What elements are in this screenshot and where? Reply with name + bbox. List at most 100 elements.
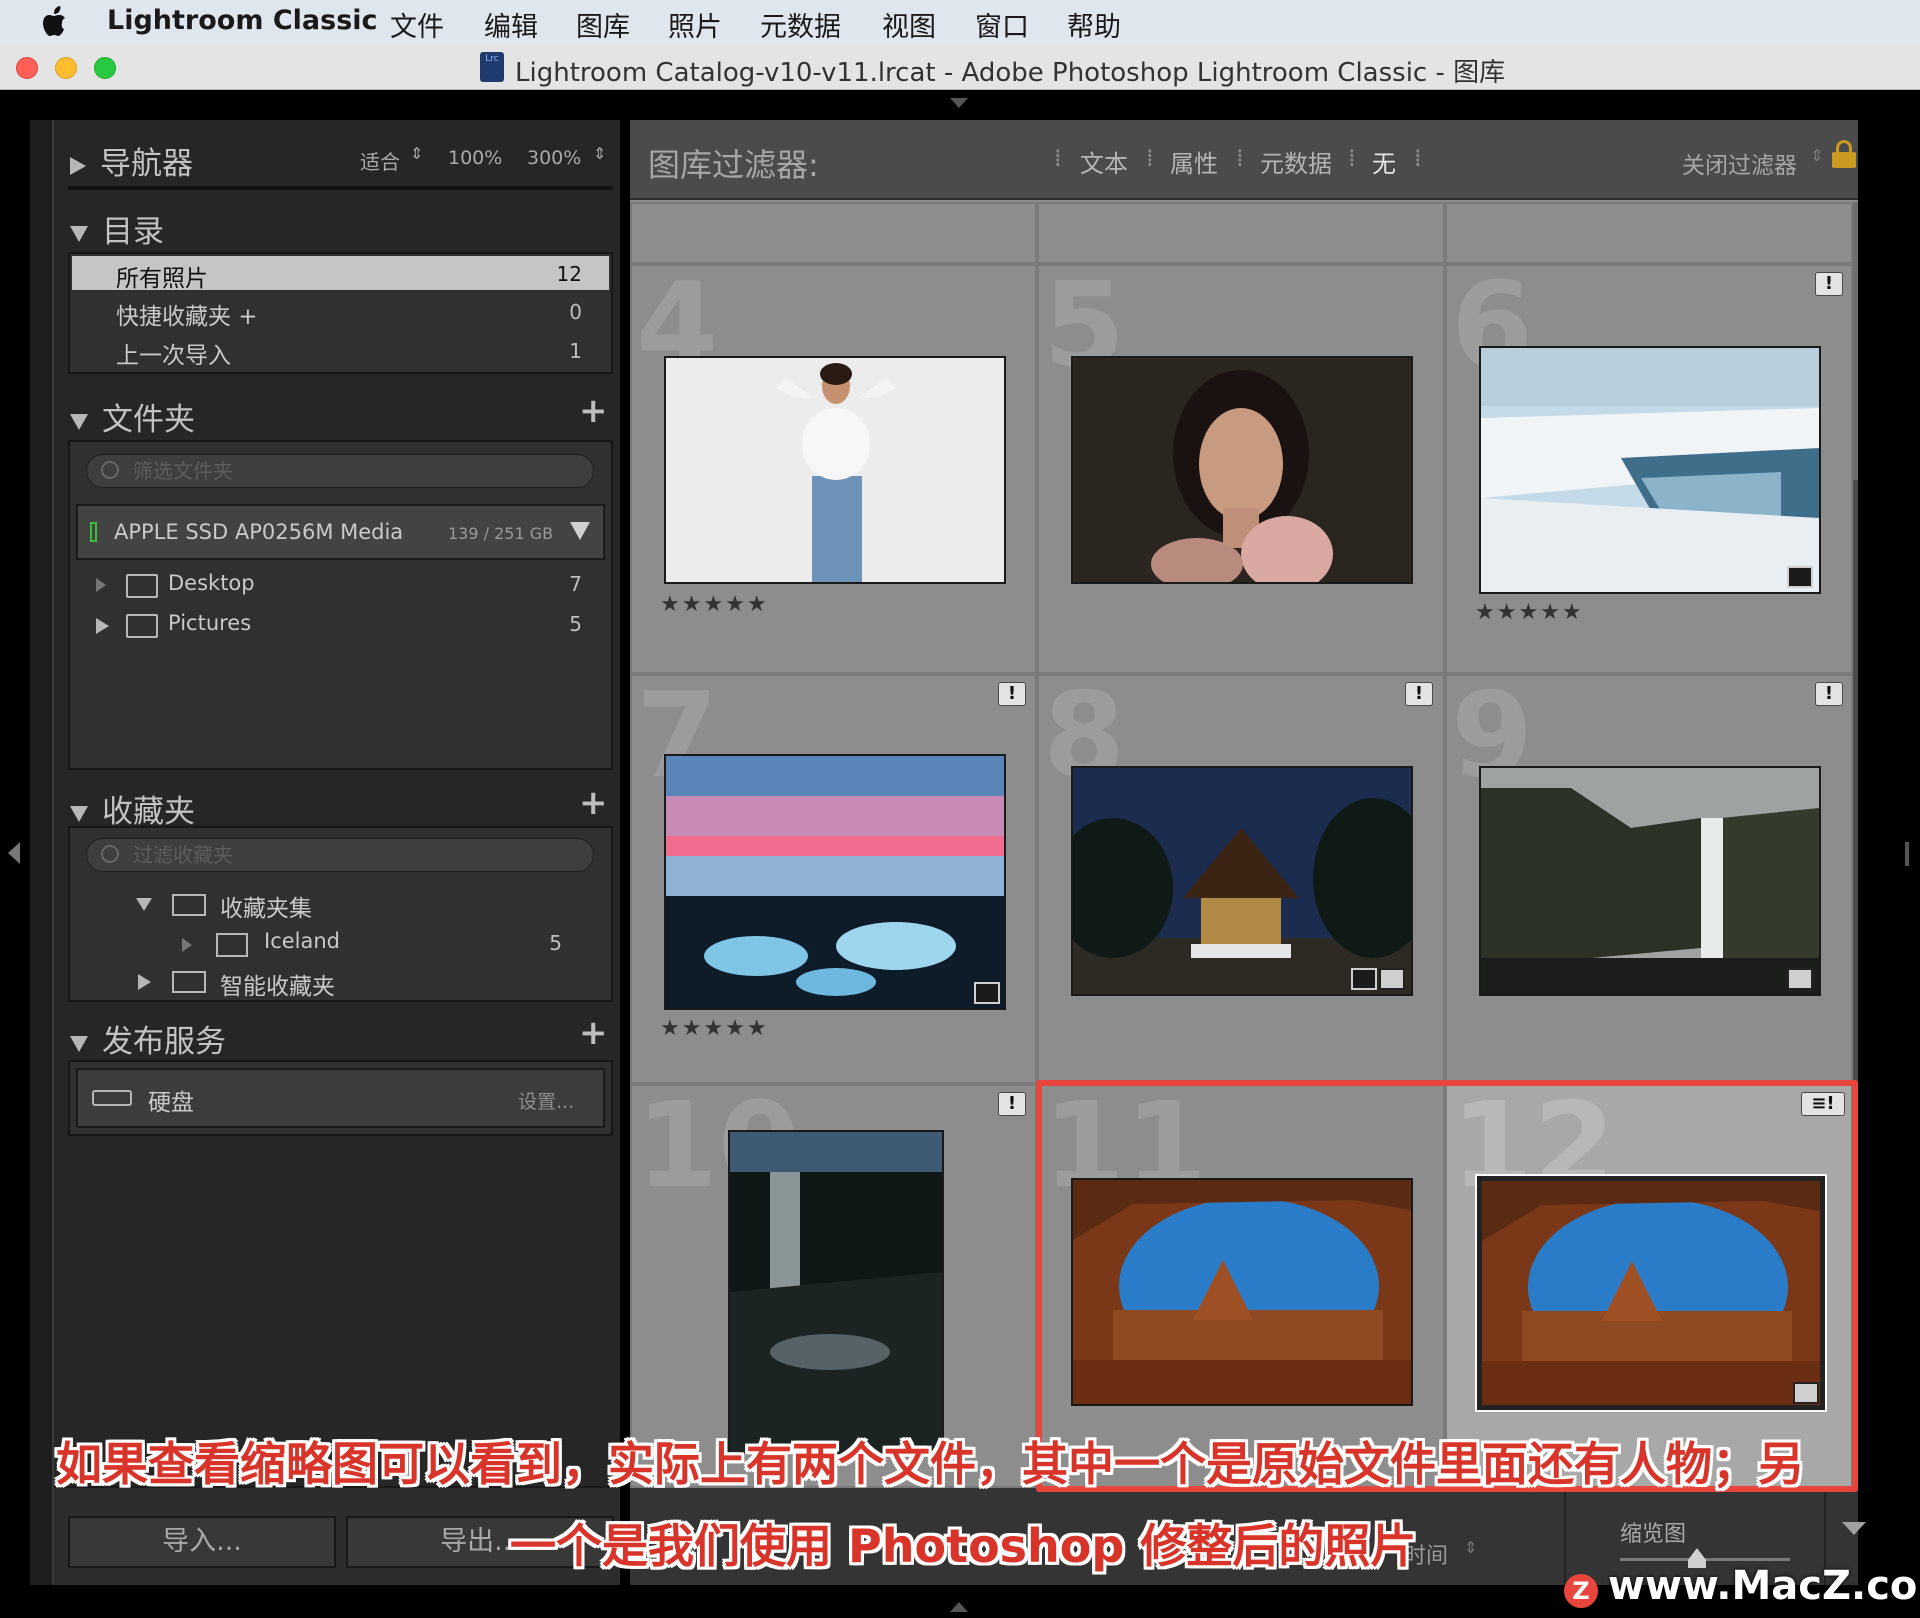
add-collection-plus-icon[interactable]: +: [579, 786, 608, 820]
collapsed-triangle-icon[interactable]: [138, 974, 151, 990]
volume-name: APPLE SSD AP0256M Media: [114, 520, 404, 544]
top-panel-toggle-icon[interactable]: [950, 98, 968, 108]
app-name-menu[interactable]: Lightroom Classic: [107, 5, 378, 36]
annotation-caption-line2: 一个是我们使用 Photoshop 修整后的照片: [510, 1519, 1417, 1573]
metadata-warning-badge-icon[interactable]: !: [1405, 682, 1433, 706]
filter-divider: ⁞: [1146, 144, 1154, 172]
add-folder-plus-icon[interactable]: +: [579, 394, 608, 428]
add-publish-service-plus-icon[interactable]: +: [579, 1016, 608, 1050]
folder-filter-input[interactable]: 筛选文件夹: [86, 454, 594, 488]
menu-edit[interactable]: 编辑: [484, 5, 538, 44]
collection-filter-placeholder: 过滤收藏夹: [133, 843, 233, 867]
hard-drive-label: 硬盘: [148, 1090, 194, 1116]
zoom-window-button[interactable]: [94, 57, 116, 79]
metadata-warning-badge-icon[interactable]: !: [1815, 272, 1843, 296]
landscape-photo-image: [666, 756, 1004, 1008]
menu-metadata[interactable]: 元数据: [760, 5, 841, 44]
toolbar-divider: [1564, 1488, 1566, 1585]
navigator-header[interactable]: 导航器: [70, 138, 193, 183]
close-window-button[interactable]: [16, 57, 38, 79]
folders-panel: 筛选文件夹 APPLE SSD AP0256M Media 139 / 251 …: [68, 440, 613, 770]
grid-cell-partial[interactable]: [630, 202, 1037, 264]
import-button[interactable]: 导入...: [68, 1516, 336, 1568]
menu-help[interactable]: 帮助: [1067, 5, 1121, 44]
collection-set-item[interactable]: 收藏夹集: [72, 886, 609, 922]
grid-cell-8[interactable]: 8 !: [1037, 674, 1445, 1084]
star-rating[interactable]: ★★★★★: [660, 1016, 769, 1041]
catalog-header[interactable]: 目录: [70, 206, 164, 251]
filter-option-none[interactable]: 无: [1372, 144, 1396, 179]
filter-option-attribute[interactable]: 属性: [1170, 144, 1218, 179]
menu-window[interactable]: 窗口: [975, 5, 1029, 44]
folder-item-count: 5: [569, 612, 582, 636]
grid-cell-6[interactable]: 6 ! ★★★★★: [1445, 264, 1853, 674]
catalog-item-all-photos[interactable]: 所有照片 12: [72, 256, 609, 292]
menu-file[interactable]: 文件: [390, 5, 444, 44]
expanded-triangle-icon[interactable]: [136, 898, 152, 911]
grid-cell-9[interactable]: 9 !: [1445, 674, 1853, 1084]
menu-photo[interactable]: 照片: [668, 5, 722, 44]
menu-library[interactable]: 图库: [576, 5, 630, 44]
grid-cell-partial[interactable]: [1445, 202, 1853, 264]
catalog-item-previous-import[interactable]: 上一次导入 1: [72, 333, 609, 369]
close-filter-dropdown[interactable]: 关闭过滤器: [1682, 146, 1797, 180]
thumbnail-iceberg-sunset[interactable]: [664, 754, 1006, 1010]
thumbnail-woman-white-shirt[interactable]: [664, 356, 1006, 584]
catalog-item-quick-collection[interactable]: 快捷收藏夹 + 0: [72, 294, 609, 330]
grid-cell-partial[interactable]: [1037, 202, 1445, 264]
hard-drive-setup-button[interactable]: 设置...: [518, 1087, 574, 1114]
minimize-window-button[interactable]: [55, 57, 77, 79]
filter-divider: ⁞: [1414, 144, 1422, 172]
volume-dropdown-icon[interactable]: [570, 522, 590, 540]
zoom-100-option[interactable]: 100%: [448, 147, 502, 169]
metadata-warning-badge-icon[interactable]: !: [998, 682, 1026, 706]
publish-services-header[interactable]: 发布服务: [70, 1016, 226, 1061]
filter-option-text[interactable]: 文本: [1080, 144, 1128, 179]
thumbnail-skogafoss-waterfall[interactable]: [1479, 766, 1821, 996]
thumbnail-snowy-waterfall[interactable]: [1479, 346, 1821, 594]
folder-item-pictures[interactable]: Pictures 5: [72, 608, 609, 644]
zoom-fit-option[interactable]: 适合: [360, 146, 400, 175]
thumbnail-size-label: 缩览图: [1620, 1522, 1687, 1547]
zoom-fit-stepper-icon[interactable]: ⇕: [410, 144, 423, 163]
toolbar-menu-chevron-down-icon[interactable]: [1842, 1522, 1866, 1535]
apple-menu-icon[interactable]: [40, 5, 70, 39]
thumbnail-temple-night[interactable]: [1053, 766, 1433, 996]
folder-expand-icon[interactable]: [96, 618, 109, 634]
close-filter-stepper-icon[interactable]: ⇕: [1810, 146, 1823, 165]
volume-header[interactable]: APPLE SSD AP0256M Media 139 / 251 GB: [76, 504, 605, 560]
left-panel-toggle-icon[interactable]: [8, 842, 20, 864]
library-filter-title: 图库过滤器:: [648, 146, 819, 184]
grid-cell-4[interactable]: 4 ★★★★★: [630, 264, 1037, 674]
star-rating[interactable]: ★★★★★: [660, 592, 769, 617]
menu-view[interactable]: 视图: [882, 5, 936, 44]
right-panel-toggle-icon[interactable]: [1905, 842, 1909, 866]
hard-drive-service[interactable]: 硬盘 设置...: [76, 1068, 605, 1128]
zoom-300-option[interactable]: 300%: [527, 147, 581, 169]
expanded-triangle-icon: [70, 413, 88, 430]
bottom-panel-toggle-icon[interactable]: [950, 1602, 968, 1612]
portrait-photo-image: [1073, 358, 1411, 592]
folder-item-label: Pictures: [168, 611, 252, 635]
thumbnail-woman-portrait[interactable]: [1071, 356, 1413, 592]
metadata-warning-badge-icon[interactable]: !: [1815, 682, 1843, 706]
filter-divider: ⁞: [1348, 144, 1356, 172]
thumbnail-canyon-waterfall[interactable]: [728, 1130, 944, 1454]
grid-cell-5[interactable]: 5: [1037, 264, 1445, 674]
filter-lock-icon[interactable]: [1832, 140, 1856, 168]
collection-filter-input[interactable]: 过滤收藏夹: [86, 838, 594, 872]
grid-cell-7[interactable]: 7 ! ★★★★★: [630, 674, 1037, 1084]
landscape-photo-image: [1481, 768, 1819, 994]
collections-header[interactable]: 收藏夹: [70, 786, 195, 831]
folders-header[interactable]: 文件夹: [70, 394, 195, 439]
folder-item-desktop[interactable]: Desktop 7: [72, 568, 609, 604]
filter-option-metadata[interactable]: 元数据: [1260, 144, 1332, 179]
zoom-stepper-icon[interactable]: ⇕: [593, 144, 606, 163]
collection-item-iceland[interactable]: Iceland 5: [72, 926, 609, 962]
star-rating[interactable]: ★★★★★: [1475, 600, 1584, 625]
collection-expand-icon[interactable]: [182, 938, 192, 952]
metadata-warning-badge-icon[interactable]: !: [998, 1092, 1026, 1116]
sort-stepper-icon[interactable]: ⇕: [1464, 1538, 1477, 1557]
smart-collection-item[interactable]: 智能收藏夹: [72, 964, 609, 1000]
folder-expand-icon[interactable]: [96, 578, 106, 592]
